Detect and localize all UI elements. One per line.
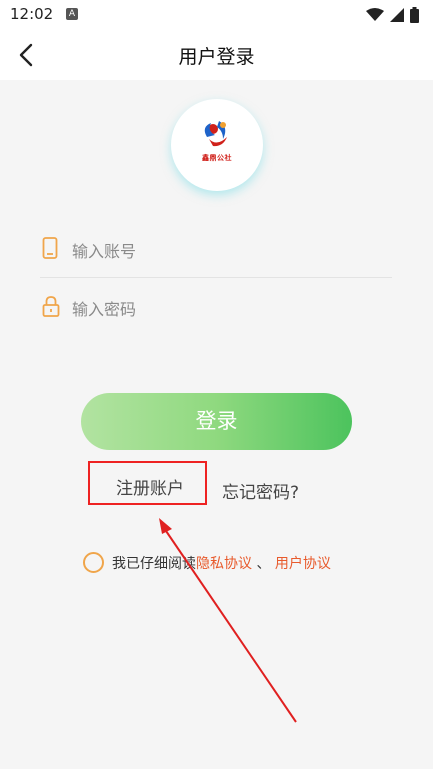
nav-bar: 用户登录 (0, 30, 433, 80)
logo-emblem-icon (204, 121, 227, 147)
forgot-password-link[interactable]: 忘记密码? (222, 478, 299, 503)
signal-icon (390, 8, 404, 22)
page-title: 用户登录 (178, 46, 255, 68)
wifi-icon (366, 8, 384, 21)
field-divider (40, 277, 392, 278)
password-field[interactable]: 输入密码 (40, 282, 392, 332)
login-button[interactable]: 登录 (81, 393, 352, 450)
agreement-text: 我已仔细阅读隐私协议 、 用户协议 (112, 553, 331, 573)
logo-text: 鑫鼎公社 (202, 154, 232, 162)
agreement-prefix: 我已仔细阅读 (112, 556, 196, 572)
lock-icon (42, 296, 60, 317)
status-bar: 12:02 A (0, 0, 433, 30)
user-agreement-link[interactable]: 用户协议 (275, 556, 331, 572)
agreement-checkbox[interactable] (83, 552, 104, 573)
notification-icon: A (66, 8, 78, 20)
status-time: 12:02 (10, 5, 54, 23)
battery-icon (410, 7, 419, 23)
status-icons (366, 6, 419, 24)
phone-icon (42, 237, 58, 259)
register-button[interactable]: 注册账户 (88, 461, 207, 505)
account-input[interactable]: 输入账号 (72, 238, 136, 262)
account-field[interactable]: 输入账号 (40, 224, 392, 274)
agreement-separator: 、 (256, 556, 271, 572)
register-label: 注册账户 (116, 479, 184, 499)
app-logo: 鑫鼎公社 (171, 99, 263, 191)
privacy-policy-link[interactable]: 隐私协议 (196, 556, 252, 572)
password-input[interactable]: 输入密码 (72, 296, 136, 320)
